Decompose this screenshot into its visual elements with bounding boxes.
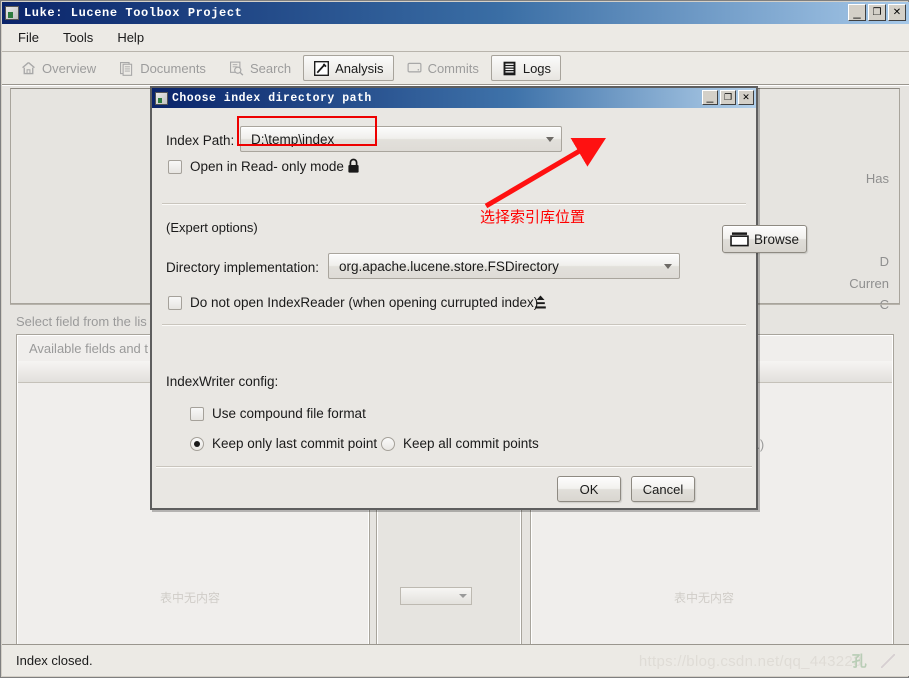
folder-icon — [730, 231, 749, 247]
tab-label-analysis: Analysis — [335, 61, 383, 76]
middle-combo[interactable] — [400, 587, 472, 605]
expert-options-label: (Expert options) — [166, 220, 258, 235]
logs-icon — [501, 60, 518, 77]
chevron-down-icon[interactable] — [657, 264, 679, 269]
radio-keep-all-commits[interactable] — [381, 437, 395, 451]
tab-overview[interactable]: Overview — [10, 55, 106, 81]
close-button[interactable]: ✕ — [888, 4, 906, 21]
tab-analysis[interactable]: Analysis — [303, 55, 393, 81]
minimize-button[interactable]: _ — [848, 4, 866, 21]
ok-button[interactable]: OK — [557, 476, 621, 502]
tab-search[interactable]: Search — [218, 55, 301, 81]
empty-table-note-left: 表中无内容 — [160, 589, 220, 606]
browse-button[interactable]: Browse — [722, 225, 807, 253]
tab-commits[interactable]: Commits — [396, 55, 489, 81]
tab-label-commits: Commits — [428, 61, 479, 76]
index-path-label: Index Path: — [166, 133, 234, 148]
cancel-button[interactable]: Cancel — [631, 476, 695, 502]
window-titlebar: Luke: Lucene Toolbox Project _ ❐ ✕ — [2, 2, 909, 24]
status-message: Index closed. — [16, 653, 93, 668]
dialog-window-controls: _ ❐ ✕ — [702, 90, 754, 105]
documents-icon — [118, 60, 135, 77]
resize-grip-icon[interactable] — [881, 654, 895, 668]
dialog-icon — [155, 92, 168, 105]
dialog-titlebar: Choose index directory path _ ❐ ✕ — [152, 88, 756, 108]
browse-button-label: Browse — [754, 232, 799, 247]
read-only-label: Open in Read- only mode — [190, 159, 344, 174]
watermark-stamp: 孔 — [852, 650, 867, 671]
maximize-button[interactable]: ❐ — [868, 4, 886, 21]
dialog-close-button[interactable]: ✕ — [738, 90, 754, 105]
watermark: https://blog.csdn.net/qq_443223孔 — [639, 650, 877, 671]
select-field-hint: Select field from the lis — [16, 314, 147, 329]
window-controls: _ ❐ ✕ — [848, 4, 906, 21]
do-not-open-indexreader-checkbox[interactable] — [168, 296, 182, 310]
radio-keep-last-commit[interactable] — [190, 437, 204, 451]
index-path-value: D:\temp\index — [241, 132, 334, 147]
menu-item-file[interactable]: File — [18, 30, 39, 45]
app-icon — [5, 6, 19, 20]
dialog-separator-3 — [156, 466, 752, 467]
tab-label-documents: Documents — [140, 61, 206, 76]
tab-label-logs: Logs — [523, 61, 551, 76]
empty-table-note-right: 表中无内容 — [674, 589, 734, 606]
menu-bar: File Tools Help — [2, 24, 909, 52]
directory-implementation-value: org.apache.lucene.store.FSDirectory — [329, 259, 559, 274]
window-title: Luke: Lucene Toolbox Project — [24, 6, 242, 20]
do-not-open-indexreader-label: Do not open IndexReader (when opening cu… — [190, 295, 538, 310]
toolbar-tabs: Overview Documents Search — [2, 52, 909, 85]
dialog-minimize-button[interactable]: _ — [702, 90, 718, 105]
radio-keep-all-commits-label: Keep all commit points — [403, 436, 539, 451]
indexwriter-config-label: IndexWriter config: — [166, 374, 278, 389]
tab-logs[interactable]: Logs — [491, 55, 561, 81]
warning-person-icon — [534, 294, 547, 310]
dialog-maximize-button[interactable]: ❐ — [720, 90, 736, 105]
lock-icon — [347, 158, 360, 174]
tab-documents[interactable]: Documents — [108, 55, 216, 81]
menu-item-help[interactable]: Help — [117, 30, 144, 45]
tab-label-overview: Overview — [42, 61, 96, 76]
dialog-content: Index Path: D:\temp\index Browse Open in… — [152, 108, 756, 508]
search-icon — [228, 60, 245, 77]
annotation-text: 选择索引库位置 — [480, 206, 585, 227]
dialog-separator-2 — [162, 324, 746, 325]
home-icon — [20, 60, 37, 77]
choose-index-directory-dialog: Choose index directory path _ ❐ ✕ Index … — [150, 86, 758, 510]
status-bar: Index closed. https://blog.csdn.net/qq_4… — [2, 644, 909, 676]
bg-label-d: D — [880, 254, 889, 269]
bg-label-current: Curren — [849, 276, 889, 291]
radio-keep-last-commit-label: Keep only last commit point — [212, 436, 377, 451]
menu-item-tools[interactable]: Tools — [63, 30, 93, 45]
bg-label-has: Has — [866, 171, 889, 186]
commits-icon — [406, 60, 423, 77]
available-fields-title: Available fields and t — [29, 341, 148, 356]
tab-label-search: Search — [250, 61, 291, 76]
use-compound-file-label: Use compound file format — [212, 406, 366, 421]
dialog-title: Choose index directory path — [172, 92, 372, 105]
watermark-url: https://blog.csdn.net/qq_443223 — [639, 653, 862, 670]
directory-implementation-label: Directory implementation: — [166, 260, 319, 275]
chevron-down-icon — [455, 588, 471, 604]
directory-implementation-combo[interactable]: org.apache.lucene.store.FSDirectory — [328, 253, 680, 279]
read-only-checkbox[interactable] — [168, 160, 182, 174]
analysis-icon — [313, 60, 330, 77]
dialog-separator-1 — [162, 203, 746, 204]
use-compound-file-checkbox[interactable] — [190, 407, 204, 421]
